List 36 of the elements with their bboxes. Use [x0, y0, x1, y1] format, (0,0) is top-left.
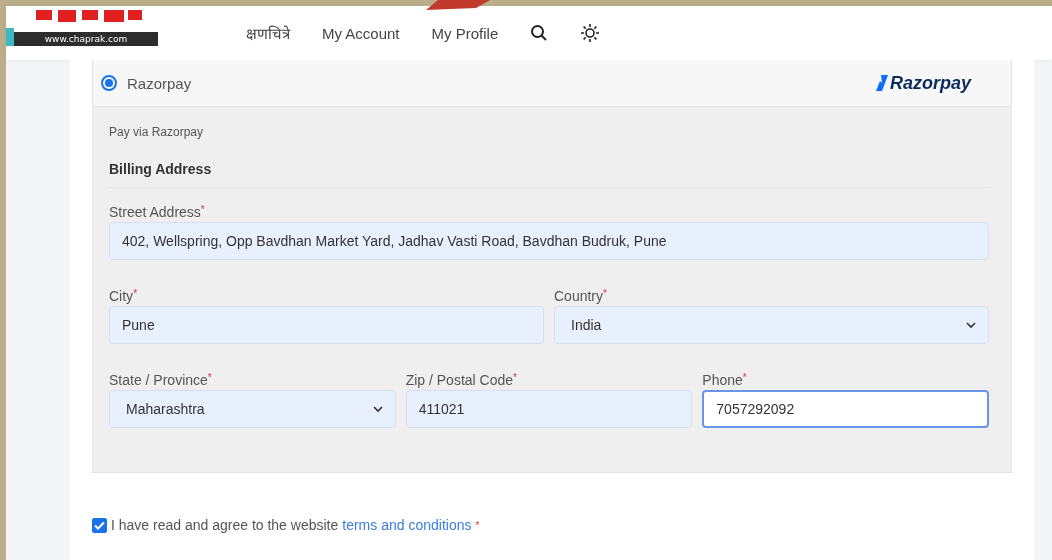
required-mark: * [513, 372, 517, 383]
search-icon[interactable] [530, 24, 549, 42]
field-label: Phone [702, 372, 743, 388]
required-mark: * [133, 288, 138, 299]
input-field[interactable]: 402, Wellspring, Opp Bavdhan Market Yard, Jadhav Vasti Road, Bavdhan Budruk, Pune [109, 222, 989, 260]
payment-description: Pay via Razorpay [109, 125, 205, 139]
required-mark: * [207, 372, 212, 383]
input-field[interactable]: 411021 [405, 390, 693, 428]
field-label: Country [554, 288, 604, 304]
caret-icon [372, 405, 383, 413]
terms-link[interactable]: terms and conditions [342, 517, 472, 533]
required-mark: * [475, 519, 480, 531]
razorpay-logo-icon [875, 75, 888, 91]
field-label: City [109, 288, 134, 304]
select-field[interactable]: Maharashtra [109, 390, 396, 428]
payment-method-label: Razorpay [127, 74, 192, 92]
field-label: Street Address [109, 204, 201, 220]
field-label: State / Province [109, 372, 208, 388]
nav-link[interactable]: My Account [322, 24, 400, 42]
required-mark: * [603, 288, 607, 299]
required-mark: * [742, 372, 747, 383]
input-field[interactable]: Pune [109, 306, 544, 344]
required-mark: * [200, 204, 205, 215]
caret-icon [966, 321, 976, 329]
logo: www.chaprak.com [6, 6, 158, 46]
radio-button[interactable] [101, 75, 117, 91]
section-title: Billing Address [109, 161, 989, 188]
sun-icon[interactable] [580, 23, 601, 43]
brand-name: Razorpay [889, 72, 971, 94]
nav-link[interactable]: क्षणचित्रे [246, 23, 290, 43]
input-field[interactable]: 7057292092 [702, 390, 989, 428]
field-label: Zip / Postal Code [405, 372, 514, 388]
select-field[interactable]: India [554, 306, 989, 344]
terms-text: I have read and agree to the website [111, 517, 339, 533]
checkbox[interactable] [92, 517, 107, 533]
nav-link[interactable]: My Profile [431, 24, 499, 42]
